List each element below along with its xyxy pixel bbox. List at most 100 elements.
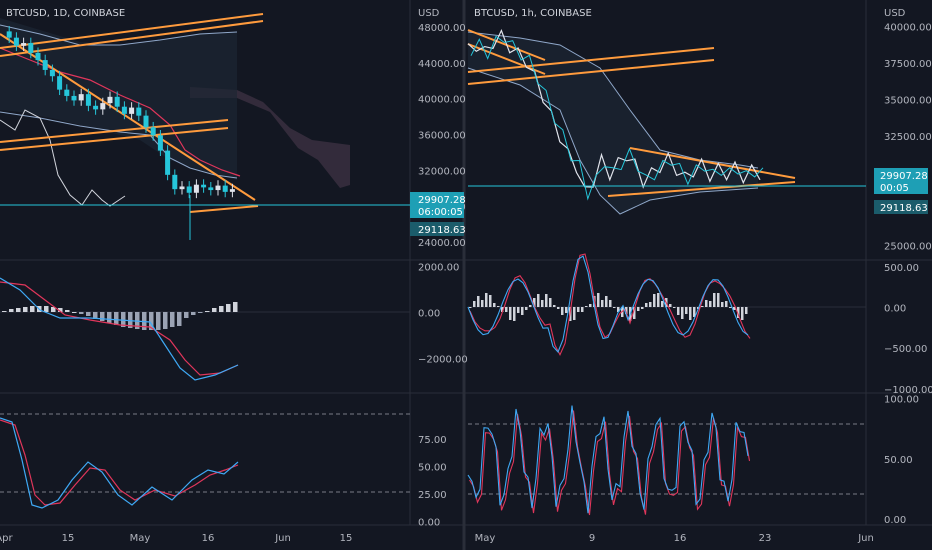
left-price-tick-label: 24000.00 [418, 238, 466, 249]
left-time-tick: 15 [340, 533, 353, 544]
macd-histogram-bar [549, 298, 552, 307]
candle-body [129, 107, 135, 114]
macd-histogram-bar [705, 300, 708, 307]
macd-histogram-bar [177, 312, 182, 326]
macd-histogram-bar [485, 293, 488, 307]
macd-histogram-bar [226, 304, 231, 312]
candle-body [150, 127, 156, 136]
macd-histogram-bar [44, 306, 49, 312]
macd-histogram-bar [198, 312, 203, 313]
macd-histogram-bar [184, 312, 189, 318]
candle-body [215, 185, 221, 191]
candle-body [85, 94, 91, 106]
right-price-tick-label: 25000.00 [884, 241, 932, 252]
candle-body [42, 60, 48, 70]
macd-histogram-bar [653, 294, 656, 307]
left-reference-price: 29118.63 [418, 225, 466, 236]
candle-body [107, 96, 113, 104]
candle-body [93, 105, 99, 110]
left-price-tick-label: 48000.00 [418, 23, 466, 34]
left-time-tick: Apr [0, 533, 14, 544]
right-stoch-tick-label: 50.00 [884, 455, 913, 466]
right-last-price: 29907.28 [880, 171, 928, 182]
right-macd-tick-label: −500.00 [884, 344, 927, 355]
left-macd-tick-label: −2000.00 [418, 355, 468, 366]
candle-body [64, 89, 70, 96]
right-chart-title: BTCUSD, 1h, COINBASE [474, 8, 592, 19]
macd-histogram-bar [100, 312, 105, 321]
macd-histogram-bar [745, 307, 748, 314]
left-macd-tick-label: 2000.00 [418, 263, 459, 274]
candle-body [78, 94, 84, 101]
macd-histogram-bar [30, 306, 35, 312]
right-currency-label: USD [884, 8, 906, 19]
macd-histogram-bar [469, 307, 472, 308]
right-time-tick: May [475, 533, 496, 544]
macd-histogram-bar [205, 311, 210, 312]
macd-histogram-bar [489, 295, 492, 307]
left-last-price: 29907.28 [418, 195, 466, 206]
macd-histogram-bar [541, 300, 544, 307]
right-stoch-tick-label: 100.00 [884, 395, 919, 406]
macd-histogram-bar [521, 307, 524, 315]
right-reference-price: 29118.63 [880, 203, 928, 214]
macd-histogram-bar [86, 312, 91, 316]
macd-histogram-bar [713, 293, 716, 307]
right-time-tick: Jun [857, 533, 874, 544]
left-countdown: 06:00:05 [418, 207, 463, 218]
macd-histogram-bar [689, 307, 692, 320]
macd-histogram-bar [585, 306, 588, 307]
macd-histogram-bar [717, 293, 720, 307]
macd-histogram-bar [561, 307, 564, 315]
candle-body [35, 52, 41, 61]
macd-histogram-bar [601, 300, 604, 307]
macd-histogram-bar [79, 312, 84, 314]
macd-histogram-bar [23, 307, 28, 312]
macd-histogram-bar [661, 301, 664, 307]
macd-histogram-bar [701, 306, 704, 307]
macd-histogram-bar [681, 307, 684, 319]
candle-body [121, 106, 127, 114]
macd-histogram-bar [233, 302, 238, 312]
macd-histogram-bar [473, 301, 476, 307]
macd-histogram-bar [481, 300, 484, 307]
candle-body [143, 115, 149, 128]
left-time-tick: 16 [202, 533, 215, 544]
macd-histogram-bar [16, 308, 21, 312]
candle-body [21, 43, 27, 46]
macd-histogram-bar [497, 306, 500, 307]
macd-histogram-bar [509, 307, 512, 320]
macd-histogram-bar [673, 307, 676, 308]
left-stoch-tick-label: 75.00 [418, 435, 447, 446]
macd-histogram-bar [725, 301, 728, 307]
macd-histogram-bar [645, 303, 648, 307]
right-time-tick: 9 [589, 533, 595, 544]
right-price-tick-label: 37500.00 [884, 59, 932, 70]
candle-body [6, 31, 12, 38]
macd-histogram-bar [637, 307, 640, 311]
macd-histogram-bar [605, 296, 608, 307]
left-price-tick-label: 44000.00 [418, 59, 466, 70]
macd-histogram-bar [114, 312, 119, 325]
macd-histogram-bar [613, 307, 616, 308]
macd-histogram-bar [657, 293, 660, 307]
macd-histogram-bar [721, 302, 724, 307]
right-macd-tick-label: 500.00 [884, 263, 919, 274]
macd-histogram-bar [156, 312, 161, 330]
macd-histogram-bar [649, 302, 652, 307]
macd-histogram-bar [2, 311, 7, 312]
macd-histogram-bar [581, 307, 584, 312]
macd-histogram-bar [525, 307, 528, 310]
candle-body [172, 174, 178, 190]
macd-histogram-bar [573, 307, 576, 320]
macd-histogram-bar [212, 308, 217, 312]
right-macd-tick-label: 0.00 [884, 304, 906, 315]
macd-histogram-bar [219, 306, 224, 312]
candle-body [222, 185, 228, 192]
candle-body [100, 103, 106, 110]
left-stoch-tick-label: 25.00 [418, 490, 447, 501]
macd-histogram-bar [709, 301, 712, 307]
right-price-tick-label: 40000.00 [884, 22, 932, 33]
macd-histogram-bar [641, 307, 644, 309]
left-price-tick-label: 32000.00 [418, 166, 466, 177]
